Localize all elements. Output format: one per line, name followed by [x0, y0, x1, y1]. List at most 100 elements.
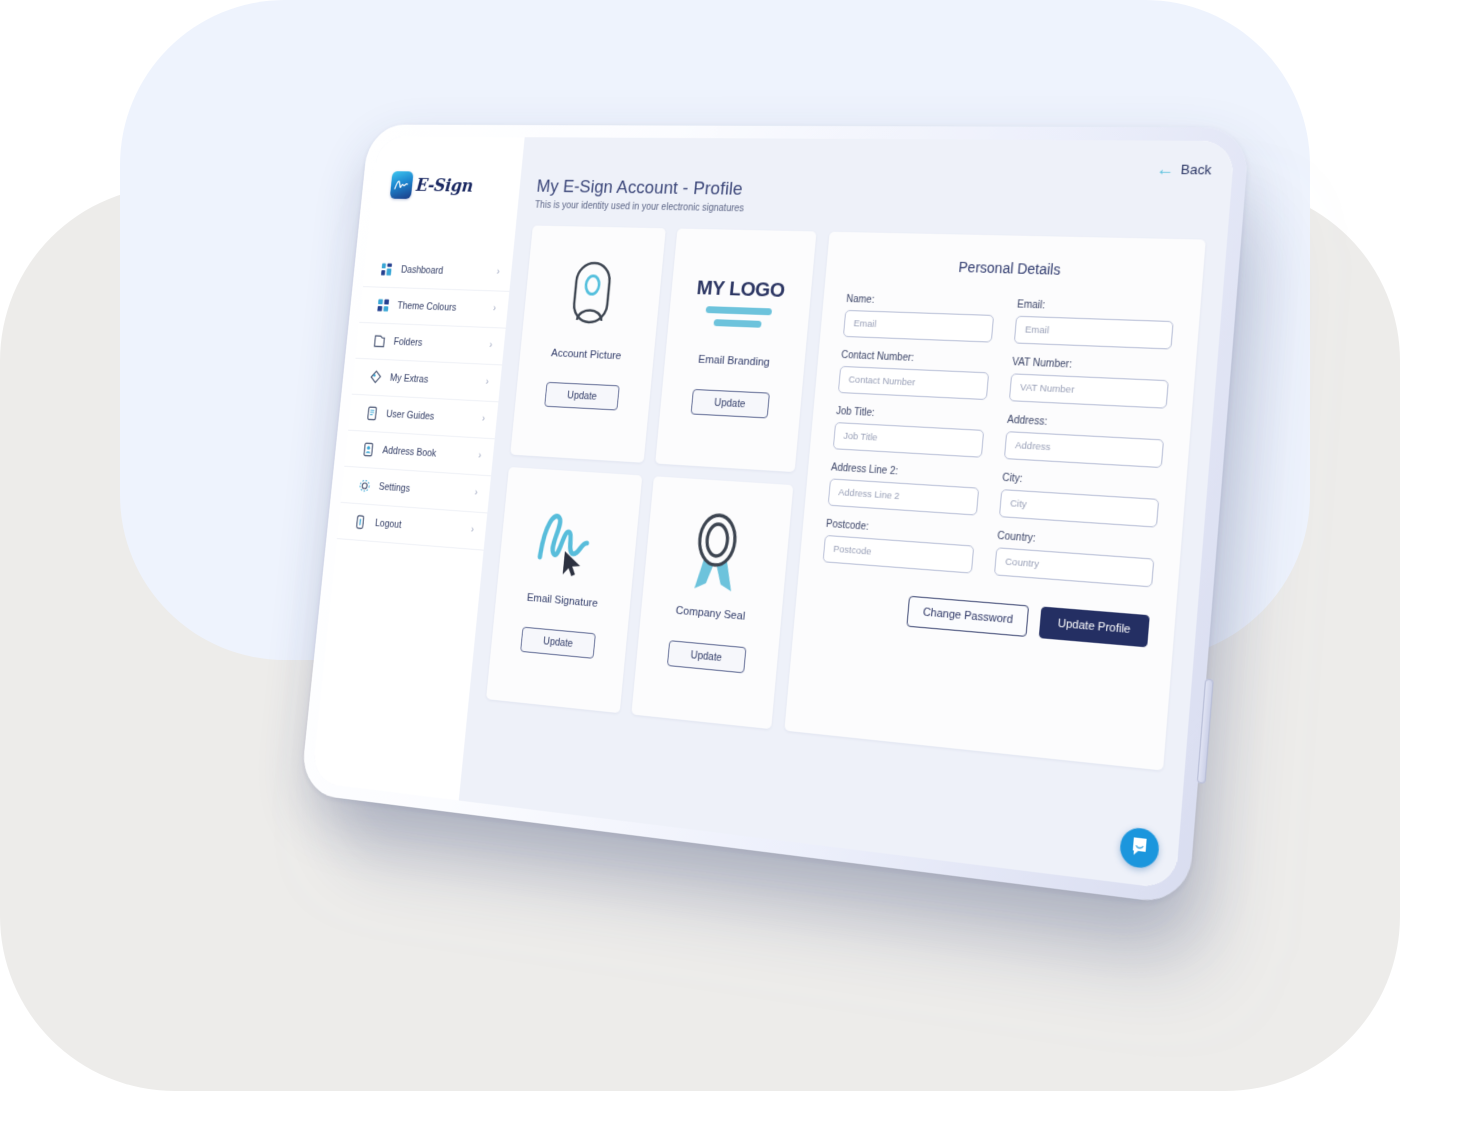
card-company-seal[interactable]: Company Seal Update [630, 476, 794, 730]
job-title-input[interactable] [832, 422, 985, 458]
form-field: Address Line 2: [827, 462, 981, 516]
sidebar-item-label: Folders [393, 336, 423, 349]
sidebar-item-theme-colours[interactable]: Theme Colours › [359, 287, 510, 329]
theme-colours-icon [376, 298, 390, 313]
form-field: Country: [993, 530, 1156, 588]
form-field: City: [998, 472, 1161, 528]
page-subtitle: This is your identity used in your elect… [534, 200, 745, 215]
address-line-2-input[interactable] [827, 478, 980, 516]
update-email-signature-button[interactable]: Update [520, 626, 597, 659]
name-input[interactable] [842, 309, 995, 343]
field-label: Email: [1016, 299, 1046, 312]
chevron-right-icon: › [474, 487, 478, 499]
city-input[interactable] [998, 489, 1160, 528]
sidebar-item-label: Dashboard [400, 264, 444, 277]
sidebar-item-label: Theme Colours [396, 300, 457, 314]
back-button-label: Back [1180, 161, 1213, 178]
form-field: Postcode: [822, 518, 976, 574]
card-email-branding[interactable]: MY LOGO Email Branding Update [654, 228, 817, 473]
chevron-right-icon: › [485, 377, 489, 388]
form-field: VAT Number: [1008, 356, 1170, 409]
device-stage: E-Sign Dashboard › Theme Colours › Folders › M… [0, 0, 1474, 1136]
address-input[interactable] [1003, 431, 1165, 469]
sidebar-item-label: Address Book [381, 444, 437, 460]
field-label: VAT Number: [1011, 356, 1073, 371]
brand-name: E-Sign [415, 175, 474, 197]
seal-rosette-icon [682, 504, 750, 604]
form-field: Address: [1003, 414, 1166, 469]
tag-icon [369, 370, 383, 385]
form-field: Name: [842, 293, 996, 343]
personal-details-form: Name: Email: Contact Number: VAT Number: Job… [822, 293, 1176, 588]
postcode-input[interactable] [822, 534, 975, 574]
tablet-bezel: E-Sign Dashboard › Theme Colours › Folders › M… [311, 136, 1236, 890]
folder-icon [373, 334, 387, 349]
app-screen: E-Sign Dashboard › Theme Colours › Folders › M… [311, 136, 1236, 890]
gear-icon [358, 478, 372, 494]
field-label: Name: [845, 293, 875, 306]
logo-bar-top [705, 306, 772, 316]
sidebar-item-dashboard[interactable]: Dashboard › [362, 251, 513, 292]
card-title: Email Branding [697, 353, 771, 369]
feature-card-grid: Account Picture Update MY LOGO Email Bra… [486, 225, 817, 730]
guide-book-icon [365, 406, 379, 422]
sidebar-item-label: My Extras [389, 372, 429, 386]
content-row: Account Picture Update MY LOGO Email Bra… [486, 225, 1206, 771]
chevron-right-icon: › [470, 524, 475, 536]
field-label: Postcode: [825, 518, 870, 533]
personal-details-panel: Personal Details Name: Email: Contact Numb… [784, 231, 1206, 771]
chat-launcher-button[interactable] [1118, 826, 1161, 870]
sidebar-item-label: User Guides [385, 408, 435, 423]
form-field: Email: [1013, 299, 1175, 350]
topbar: ← Back [538, 152, 1212, 180]
chevron-right-icon: › [481, 413, 486, 425]
signature-mark-icon [389, 171, 414, 199]
my-logo-art: MY LOGO [691, 254, 788, 351]
field-label: City: [1001, 472, 1023, 486]
my-logo-text: MY LOGO [695, 276, 786, 302]
sidebar-item-label: Settings [378, 481, 411, 495]
card-title: Account Picture [550, 347, 622, 363]
brand-logo[interactable]: E-Sign [372, 160, 522, 201]
chevron-right-icon: › [492, 303, 497, 315]
logout-icon [354, 514, 368, 530]
field-label: Job Title: [835, 405, 875, 420]
field-label: Contact Number: [840, 349, 915, 364]
field-label: Address Line 2: [830, 462, 899, 478]
update-profile-button[interactable]: Update Profile [1039, 606, 1150, 648]
update-company-seal-button[interactable]: Update [666, 640, 747, 674]
chevron-right-icon: › [496, 266, 500, 278]
chevron-right-icon: › [477, 450, 482, 462]
change-password-button[interactable]: Change Password [906, 595, 1030, 638]
chat-bubble-icon [1130, 835, 1149, 860]
country-input[interactable] [993, 547, 1155, 588]
card-account-picture[interactable]: Account Picture Update [510, 225, 666, 463]
arrow-left-icon: ← [1155, 158, 1176, 179]
sidebar-item-label: Logout [374, 517, 402, 531]
form-field: Job Title: [832, 405, 986, 458]
dashboard-icon [380, 262, 394, 277]
vat-number-input[interactable] [1008, 373, 1169, 409]
card-email-signature[interactable]: Email Signature Update [486, 466, 642, 714]
card-title: Company Seal [675, 604, 746, 623]
field-label: Country: [996, 530, 1037, 545]
avatar-icon [564, 251, 620, 344]
back-button[interactable]: ← Back [1155, 158, 1213, 179]
form-field: Contact Number: [837, 349, 991, 401]
logo-bar-bottom [713, 319, 762, 328]
field-label: Address: [1006, 414, 1048, 429]
email-input[interactable] [1013, 315, 1174, 350]
signature-icon [529, 494, 608, 592]
tablet-device: E-Sign Dashboard › Theme Colours › Folders › M… [299, 124, 1266, 976]
update-email-branding-button[interactable]: Update [690, 388, 770, 419]
personal-details-title: Personal Details [957, 258, 1062, 278]
sidebar-nav-list: Dashboard › Theme Colours › Folders › My Extra… [336, 251, 513, 551]
card-title: Email Signature [526, 591, 599, 610]
update-account-picture-button[interactable]: Update [544, 381, 620, 411]
contact-number-input[interactable] [837, 365, 990, 401]
chevron-right-icon: › [488, 340, 493, 351]
main-content: ← Back My E-Sign Account - Profile This … [458, 137, 1236, 890]
address-book-icon [362, 442, 376, 458]
form-actions: Change Password Update Profile [817, 589, 1150, 648]
tablet-frame: E-Sign Dashboard › Theme Colours › Folders › M… [299, 124, 1251, 906]
